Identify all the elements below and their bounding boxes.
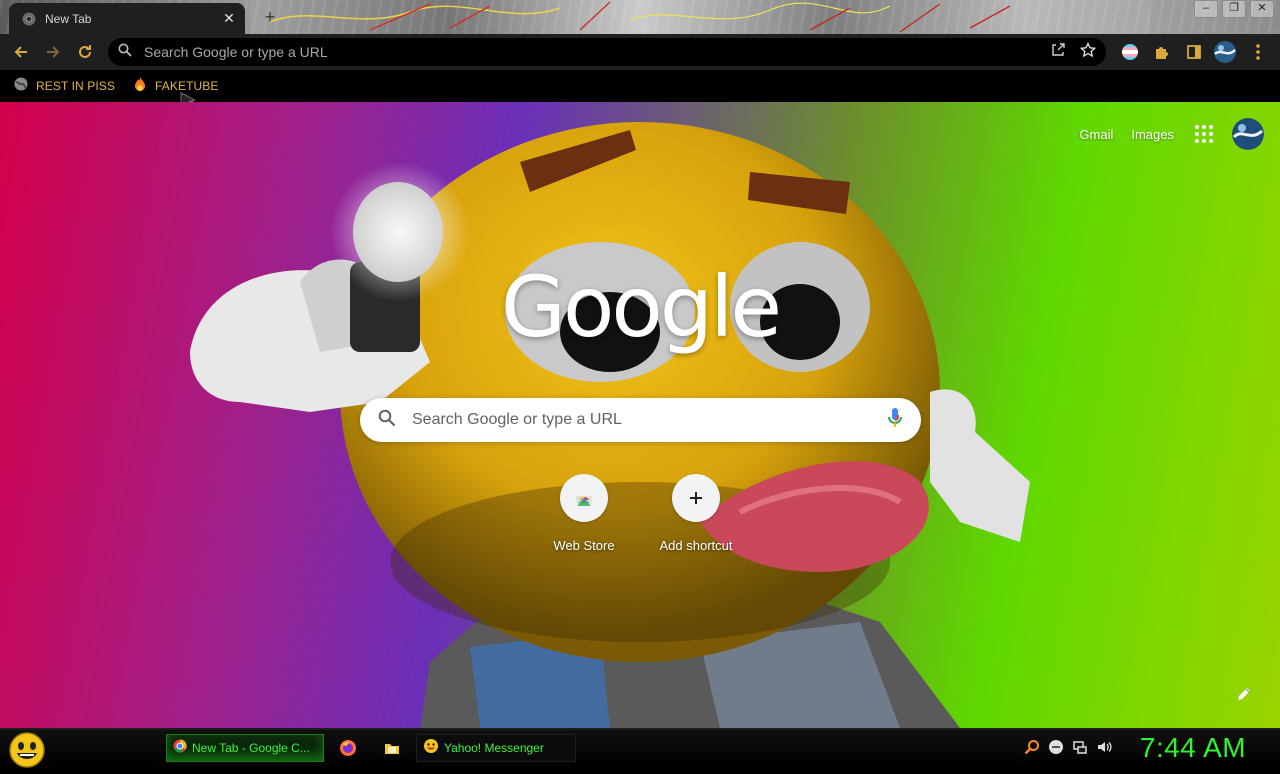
bookmark-rest-in-piss[interactable]: REST IN PISS xyxy=(14,74,115,98)
share-icon[interactable] xyxy=(1050,42,1066,63)
restore-button[interactable]: ❐ xyxy=(1222,0,1246,18)
file-explorer-launcher[interactable] xyxy=(382,738,402,758)
puzzle-icon xyxy=(1156,47,1168,59)
close-tab-icon[interactable]: ✕ xyxy=(221,10,237,27)
tab-title: New Tab xyxy=(45,11,92,26)
search-icon xyxy=(378,409,396,432)
bookmark-label: REST IN PISS xyxy=(36,79,116,93)
network-icon[interactable] xyxy=(1072,739,1088,755)
pride-flag-icon xyxy=(1122,44,1138,60)
extensions-button[interactable] xyxy=(1150,40,1174,64)
firefox-launcher[interactable] xyxy=(338,738,358,758)
system-tray xyxy=(1024,739,1112,755)
pencil-icon xyxy=(1238,688,1250,700)
title-bar[interactable]: New Tab ✕ + – ❐ ✕ xyxy=(0,0,1280,34)
bookmark-star-icon[interactable] xyxy=(1079,41,1097,63)
shortcut-label: Web Store xyxy=(553,538,615,553)
task-label: Yahoo! Messenger xyxy=(444,741,544,755)
account-avatar[interactable] xyxy=(1232,118,1264,150)
google-logo: Google xyxy=(500,258,782,356)
plus-icon xyxy=(690,492,702,504)
close-window-button[interactable]: ✕ xyxy=(1250,0,1274,18)
smiley-icon xyxy=(423,738,439,759)
ntp-search-box[interactable] xyxy=(360,398,921,442)
ntp-top-links: Gmail Images xyxy=(1079,118,1264,150)
side-panel-icon xyxy=(1187,45,1201,59)
images-link[interactable]: Images xyxy=(1131,127,1174,142)
bookmarks-bar: REST IN PISS FAKETUBE xyxy=(0,70,1280,112)
back-arrow-icon xyxy=(14,46,27,58)
menu-button[interactable] xyxy=(1246,40,1270,64)
minimize-button[interactable]: – xyxy=(1194,0,1218,18)
task-label: New Tab - Google C... xyxy=(192,741,310,755)
reload-button[interactable] xyxy=(73,40,97,64)
browser-toolbar xyxy=(0,34,1280,70)
address-input[interactable] xyxy=(142,43,1050,61)
new-tab-page: Gmail Images Google Web Store xyxy=(0,102,1280,728)
folder-icon xyxy=(385,744,399,754)
google-apps-icon[interactable] xyxy=(1192,122,1216,146)
reload-icon xyxy=(79,45,91,58)
microphone-icon[interactable] xyxy=(887,407,903,434)
search-icon xyxy=(118,43,132,62)
customize-chrome-button[interactable] xyxy=(1236,686,1256,706)
task-yahoo-messenger[interactable]: Yahoo! Messenger xyxy=(416,734,576,762)
globe-icon xyxy=(14,77,28,96)
address-bar[interactable] xyxy=(108,38,1106,66)
shortcut-add[interactable]: Add shortcut xyxy=(640,474,752,553)
chrome-web-store-icon xyxy=(576,496,592,506)
shortcut-label: Add shortcut xyxy=(659,538,733,553)
volume-icon[interactable] xyxy=(1096,739,1112,755)
kebab-menu-icon xyxy=(1256,44,1260,60)
smiley-start-icon xyxy=(9,732,45,768)
profile-button[interactable] xyxy=(1213,40,1237,64)
forward-button[interactable] xyxy=(41,40,65,64)
tab-new-tab[interactable]: New Tab ✕ xyxy=(9,3,245,34)
gmail-link[interactable]: Gmail xyxy=(1079,127,1113,142)
title-bar-artwork xyxy=(250,0,1150,34)
shortcut-tile xyxy=(560,474,608,522)
bookmark-label: FAKETUBE xyxy=(155,79,219,93)
tray-app-icon[interactable] xyxy=(1048,739,1064,755)
shortcut-web-store[interactable]: Web Store xyxy=(528,474,640,553)
back-button[interactable] xyxy=(9,40,33,64)
shortcut-tile xyxy=(672,474,720,522)
chrome-icon xyxy=(173,738,187,758)
bookmark-faketube[interactable]: FAKETUBE xyxy=(133,74,218,98)
profile-avatar-icon xyxy=(1232,118,1264,150)
extension-flag-button[interactable] xyxy=(1118,40,1142,64)
side-panel-button[interactable] xyxy=(1182,40,1206,64)
firefox-icon xyxy=(340,740,356,756)
new-tab-button[interactable]: + xyxy=(259,6,281,28)
task-new-tab-chrome[interactable]: New Tab - Google C... xyxy=(166,734,324,762)
taskbar: New Tab - Google C... Yahoo! Messenger 7… xyxy=(0,728,1280,768)
start-button[interactable] xyxy=(8,731,46,769)
ntp-search-input[interactable] xyxy=(410,410,887,430)
search-tray-icon[interactable] xyxy=(1024,739,1040,755)
profile-avatar-icon xyxy=(1214,41,1236,63)
forward-arrow-icon xyxy=(47,46,60,58)
fire-icon xyxy=(133,76,147,97)
window-controls: – ❐ ✕ xyxy=(1194,0,1274,18)
taskbar-clock[interactable]: 7:44 AM xyxy=(1130,732,1256,764)
chrome-icon xyxy=(21,11,37,27)
